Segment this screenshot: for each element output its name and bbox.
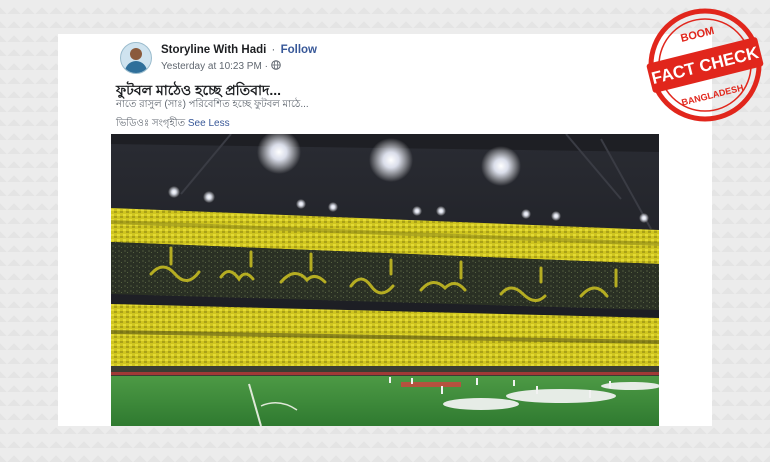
post-credit: ভিডিওঃ সংগৃহীত See Less [116, 116, 230, 133]
badge-top-text: BOOM [679, 25, 715, 45]
post-subline: নাতে রাসুল (সাঃ) পরিবেশিত হচ্ছে ফুটবল মা… [116, 99, 309, 110]
globe-icon[interactable] [270, 60, 281, 73]
header-separator: · [271, 44, 276, 56]
follow-button[interactable]: Follow [281, 44, 317, 56]
author-name[interactable]: Storyline With Hadi [161, 44, 266, 56]
credit-text: ভিডিওঃ সংগৃহীত [116, 118, 186, 129]
badge-bottom-text: BANGLADESH [680, 83, 744, 108]
fact-check-badge: FACT CHECK BOOM BANGLADESH [640, 4, 770, 126]
avatar[interactable] [120, 42, 152, 74]
meta-separator: · [264, 61, 268, 72]
see-less-link[interactable]: See Less [188, 118, 230, 129]
post-timestamp[interactable]: Yesterday at 10:23 PM [161, 61, 262, 72]
post-meta: Yesterday at 10:23 PM · [161, 60, 281, 73]
post-header: Storyline With Hadi · Follow [161, 44, 317, 56]
video-player[interactable] [111, 134, 659, 426]
stadium-video-frame [111, 134, 659, 426]
